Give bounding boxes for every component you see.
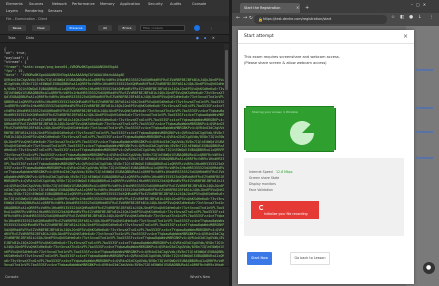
record-button[interactable] — [251, 201, 319, 219]
settings-icon[interactable] — [194, 25, 200, 31]
lock-icon: 🔒 — [258, 17, 263, 22]
start-attempt-modal — [238, 30, 414, 284]
clear-button[interactable]: Clear — [32, 25, 50, 31]
preview-corner — [334, 106, 336, 108]
modal-divider — [238, 43, 414, 44]
more-options-icon[interactable]: ⋮ — [206, 25, 216, 31]
devtools-menubar: Elements Sources Network Performance Mem… — [0, 0, 229, 16]
modal-title: Start attempt — [244, 34, 274, 39]
code-line: hKSdHe6u6r73vt5nvaXTnd1nVPL7bo553SFzz4ce… — [4, 254, 224, 259]
close-icon[interactable]: ✕ — [212, 36, 215, 40]
side-link[interactable]: Continue — [416, 156, 433, 160]
record-icon — [259, 205, 264, 210]
stat-label: Face Validation — [249, 188, 273, 192]
menu-item-performance[interactable]: Performance — [72, 2, 95, 6]
menu-item-rendering[interactable]: Rendering — [25, 9, 43, 13]
code-line: R5355525dXQHRddRVFRcEZVdRBFBEJBFkB1kJ4Qk… — [4, 223, 224, 228]
address-bar[interactable]: https://test.devhe.com/registration/star… — [254, 15, 387, 24]
code-line: HkdHR5355525dXQHRddRVFRcEZVdRBFBEJBFkB1k… — [4, 113, 224, 118]
menu-item-network[interactable]: Network — [52, 2, 67, 6]
menu-item-sensors[interactable]: Sensors — [48, 9, 62, 13]
side-link[interactable]: Continue — [416, 106, 433, 110]
stat-label: Screen share State — [249, 176, 280, 180]
all-levels-button[interactable]: All — [98, 25, 112, 31]
code-line: dCXgUVdb/8V8n7IQlhE0WQdlEUBAQBBURxA1xQRR… — [4, 82, 224, 87]
start-now-button[interactable]: Start Now — [247, 252, 272, 265]
preview-corner — [334, 150, 336, 152]
tab-close-icon[interactable]: × — [296, 3, 299, 13]
console-scroll-thumb[interactable] — [225, 50, 228, 90]
menu-icon[interactable]: ⋮ — [429, 15, 434, 20]
drawer-tab-whats-new[interactable]: What's New — [190, 275, 210, 279]
window-controls-icon[interactable]: –▢✕ — [411, 2, 429, 7]
menu-item-console[interactable]: Console — [192, 2, 206, 6]
new-tab-icon[interactable]: + — [305, 3, 309, 13]
screenshare-preview-label: Sharing your screen 1 Window — [252, 110, 298, 114]
menu-item-application[interactable]: Application — [120, 2, 140, 6]
back-icon[interactable]: ← — [236, 15, 240, 21]
preview-corner — [244, 150, 246, 152]
filter-icon[interactable]: ● — [196, 36, 199, 40]
close-icon[interactable]: × — [403, 33, 408, 40]
chat-icon: ● — [426, 264, 432, 271]
record-button-label: Initialize your file recording — [264, 212, 308, 216]
loading-indicator-icon — [290, 121, 314, 145]
console-filter-input[interactable]: Filter console — [140, 25, 185, 31]
reload-icon[interactable]: ↻ — [249, 16, 253, 21]
errors-button[interactable]: Errors — [118, 25, 136, 31]
side-link[interactable]: Continue — [416, 130, 433, 134]
forward-icon[interactable]: → — [243, 15, 247, 21]
devtools-toolbar: Pause Clear Preserve All Errors Filter c… — [0, 22, 229, 35]
drawer-tab-console[interactable]: Console — [5, 275, 18, 279]
stat-label: Display monitors — [249, 182, 276, 186]
stat-value: 12.8 Mbps — [276, 170, 293, 174]
code-line: M8RGBKPv4=QVR4nO3dCXgUVdb/8V8n7IQlhE0WQd… — [4, 179, 224, 184]
stat-label: Internet Speed — [249, 170, 273, 174]
devtools-drawer-bar: Console What's New — [0, 266, 229, 286]
menu-item-sources[interactable]: Sources — [29, 2, 43, 6]
pause-button[interactable]: Pause — [8, 25, 26, 31]
menu-item-elements[interactable]: Elements — [6, 2, 23, 6]
code-line: E0WQdlEUBAQBBURxA1xQRRFRcVdR9x1HkdHR5355… — [4, 201, 224, 206]
menu-item-audits[interactable]: Audits — [170, 2, 181, 6]
code-line: aXTnd1nVPL7bo553SFzz4ceTYqbaw8qbWdsM8RGB… — [4, 157, 224, 162]
layout-icon[interactable]: ▪ — [204, 36, 206, 40]
preview-corner — [244, 106, 246, 108]
browser-tab[interactable]: Start the Registration — [240, 3, 300, 13]
tab-data[interactable]: Data — [26, 36, 34, 40]
menu-item-layers[interactable]: Layers — [6, 9, 18, 13]
preserve-button[interactable]: Preserve — [66, 25, 86, 31]
extensions-icon[interactable]: ◧ — [400, 15, 404, 20]
devtools-title: File – Examination - Client — [6, 17, 48, 21]
console-output: { "ok": true, "payload": { "stream": { "… — [0, 44, 224, 266]
menu-item-memory[interactable]: Memory — [100, 2, 115, 6]
menu-item-security[interactable]: Security — [148, 2, 163, 6]
star-icon[interactable]: ☆ — [391, 15, 395, 20]
go-back-button[interactable]: Go back to Lesson — [290, 252, 330, 265]
code-line: FkB1kJ4QkJOn6P5VuQhKSdHe6u6r73vt5nvaXTnd… — [4, 135, 224, 140]
profile-icon[interactable]: ● — [409, 15, 413, 20]
devtools-subtabs: Tabs Data ● ▪ ✕ — [0, 35, 229, 43]
modal-message-note: (Please share screen & allow webcam acce… — [244, 61, 327, 65]
side-link[interactable]: Continue — [416, 68, 433, 72]
tab-tabs[interactable]: Tabs — [8, 36, 16, 40]
download-icon[interactable]: ↓ — [418, 15, 422, 20]
modal-message: This exam requires screenshare and webca… — [244, 55, 340, 59]
